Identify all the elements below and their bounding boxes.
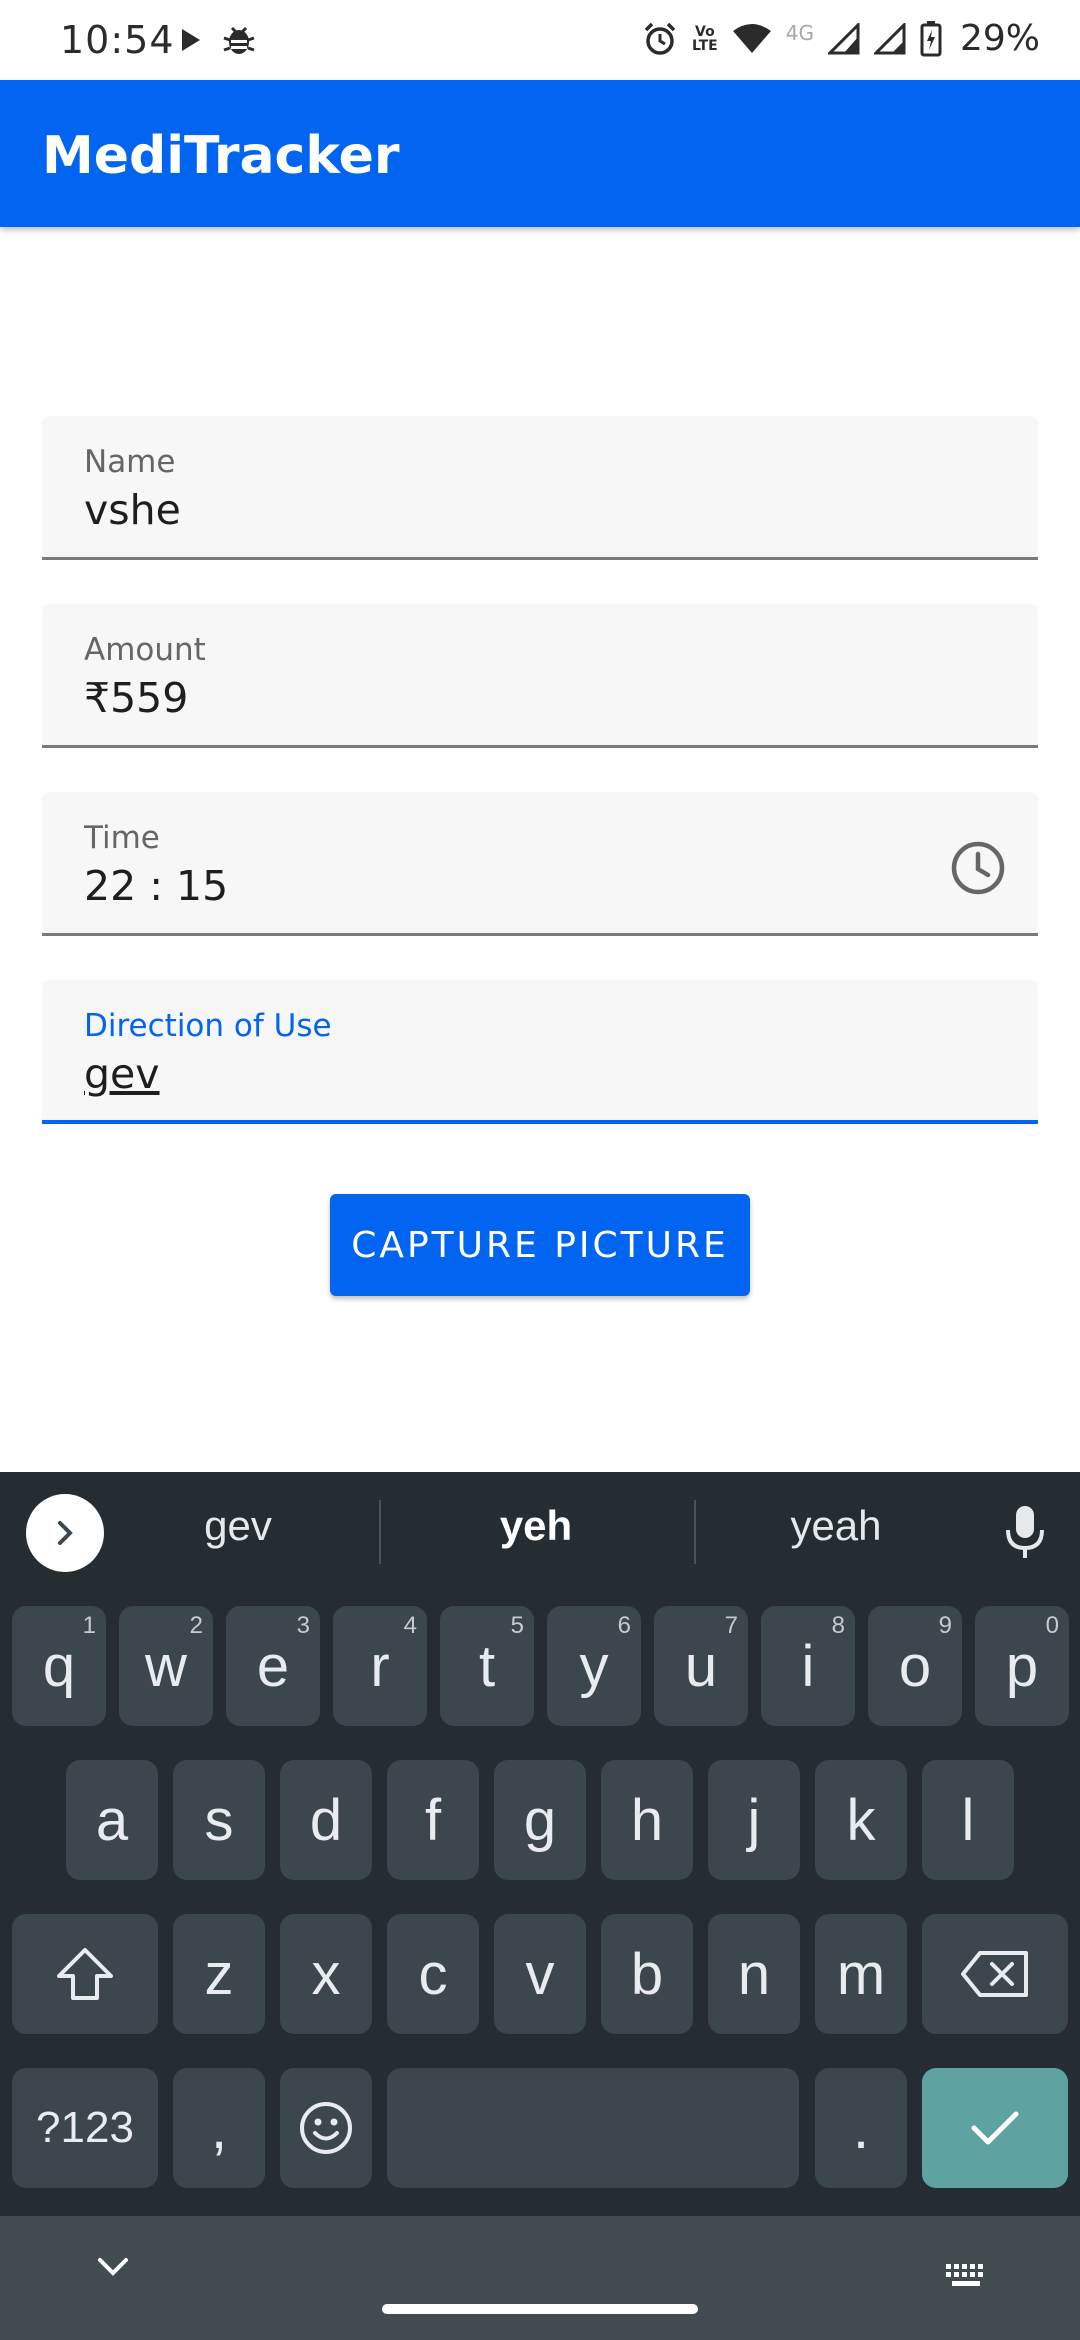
key-y[interactable]: y6 <box>547 1606 641 1726</box>
key-l[interactable]: l <box>922 1760 1014 1880</box>
key-u[interactable]: u7 <box>654 1606 748 1726</box>
backspace-icon <box>961 1951 1028 1997</box>
key-z[interactable]: z <box>173 1914 265 2034</box>
backspace-key[interactable] <box>922 1914 1068 2034</box>
amount-value: ₹559 <box>84 674 189 722</box>
suggestion-2[interactable]: yeh <box>386 1502 686 1550</box>
bug-icon <box>222 22 256 63</box>
key-r[interactable]: r4 <box>333 1606 427 1726</box>
navigation-bar <box>0 2216 1080 2340</box>
key-d[interactable]: d <box>280 1760 372 1880</box>
clock-icon[interactable] <box>948 838 1008 898</box>
volte-icon: Vo LTE <box>692 23 718 54</box>
capture-picture-button[interactable]: CAPTURE PICTURE <box>330 1194 750 1296</box>
key-m[interactable]: m <box>815 1914 907 2034</box>
enter-key[interactable] <box>922 2068 1068 2188</box>
time-field[interactable]: Time 22 : 15 <box>42 792 1038 936</box>
key-b[interactable]: b <box>601 1914 693 2034</box>
key-h[interactable]: h <box>601 1760 693 1880</box>
wifi-icon <box>732 23 772 55</box>
key-f[interactable]: f <box>387 1760 479 1880</box>
emoji-icon <box>300 2102 352 2154</box>
network-type: 4G <box>785 20 814 45</box>
suggestion-divider <box>379 1500 381 1564</box>
microphone-icon[interactable] <box>1000 1502 1050 1562</box>
alarm-icon <box>642 21 678 57</box>
shift-icon <box>57 1948 113 2000</box>
symbols-key[interactable]: ?123 <box>12 2068 158 2188</box>
direction-field[interactable]: Direction of Use gev <box>42 980 1038 1124</box>
hide-keyboard-icon[interactable] <box>96 2256 130 2283</box>
keyboard-switch-icon[interactable] <box>944 2262 990 2295</box>
key-g[interactable]: g <box>494 1760 586 1880</box>
suggestion-bar: gev yeh yeah <box>0 1472 1080 1592</box>
app-bar: MediTracker <box>0 80 1080 227</box>
play-icon <box>180 27 202 58</box>
key-j[interactable]: j <box>708 1760 800 1880</box>
signal-icon-2 <box>873 22 906 55</box>
key-n[interactable]: n <box>708 1914 800 2034</box>
battery-charging-icon <box>920 20 942 57</box>
amount-label: Amount <box>84 632 206 668</box>
key-v[interactable]: v <box>494 1914 586 2034</box>
time-label: Time <box>84 820 160 856</box>
home-indicator[interactable] <box>382 2304 698 2314</box>
status-bar: 10:54 Vo LTE 4G 29% <box>0 0 1080 80</box>
key-x[interactable]: x <box>280 1914 372 2034</box>
checkmark-icon <box>971 2111 1019 2145</box>
key-k[interactable]: k <box>815 1760 907 1880</box>
key-q[interactable]: q1 <box>12 1606 106 1726</box>
suggestion-3[interactable]: yeah <box>686 1502 986 1550</box>
chevron-right-icon <box>58 1521 73 1545</box>
period-key[interactable]: . <box>815 2068 907 2188</box>
suggestion-1[interactable]: gev <box>88 1502 388 1550</box>
key-w[interactable]: w2 <box>119 1606 213 1726</box>
key-t[interactable]: t5 <box>440 1606 534 1726</box>
direction-value: gev <box>84 1050 160 1098</box>
amount-field[interactable]: Amount ₹559 <box>42 604 1038 748</box>
time-value: 22 : 15 <box>84 862 229 910</box>
space-key[interactable] <box>387 2068 799 2188</box>
name-field[interactable]: Name vshe <box>42 416 1038 560</box>
comma-key[interactable]: , <box>173 2068 265 2188</box>
key-i[interactable]: i8 <box>761 1606 855 1726</box>
emoji-key[interactable] <box>280 2068 372 2188</box>
key-a[interactable]: a <box>66 1760 158 1880</box>
direction-label: Direction of Use <box>84 1008 332 1044</box>
key-s[interactable]: s <box>173 1760 265 1880</box>
battery-percent: 29% <box>959 18 1040 59</box>
name-value: vshe <box>84 486 181 534</box>
app-title: MediTracker <box>42 126 400 186</box>
status-time: 10:54 <box>60 18 175 62</box>
key-e[interactable]: e3 <box>226 1606 320 1726</box>
shift-key[interactable] <box>12 1914 158 2034</box>
key-p[interactable]: p0 <box>975 1606 1069 1726</box>
keyboard: gev yeh yeah q1 w2 e3 r4 t5 y6 u7 i8 o9 … <box>0 1472 1080 2216</box>
signal-icon-1 <box>827 22 860 55</box>
key-c[interactable]: c <box>387 1914 479 2034</box>
name-label: Name <box>84 444 176 480</box>
key-o[interactable]: o9 <box>868 1606 962 1726</box>
